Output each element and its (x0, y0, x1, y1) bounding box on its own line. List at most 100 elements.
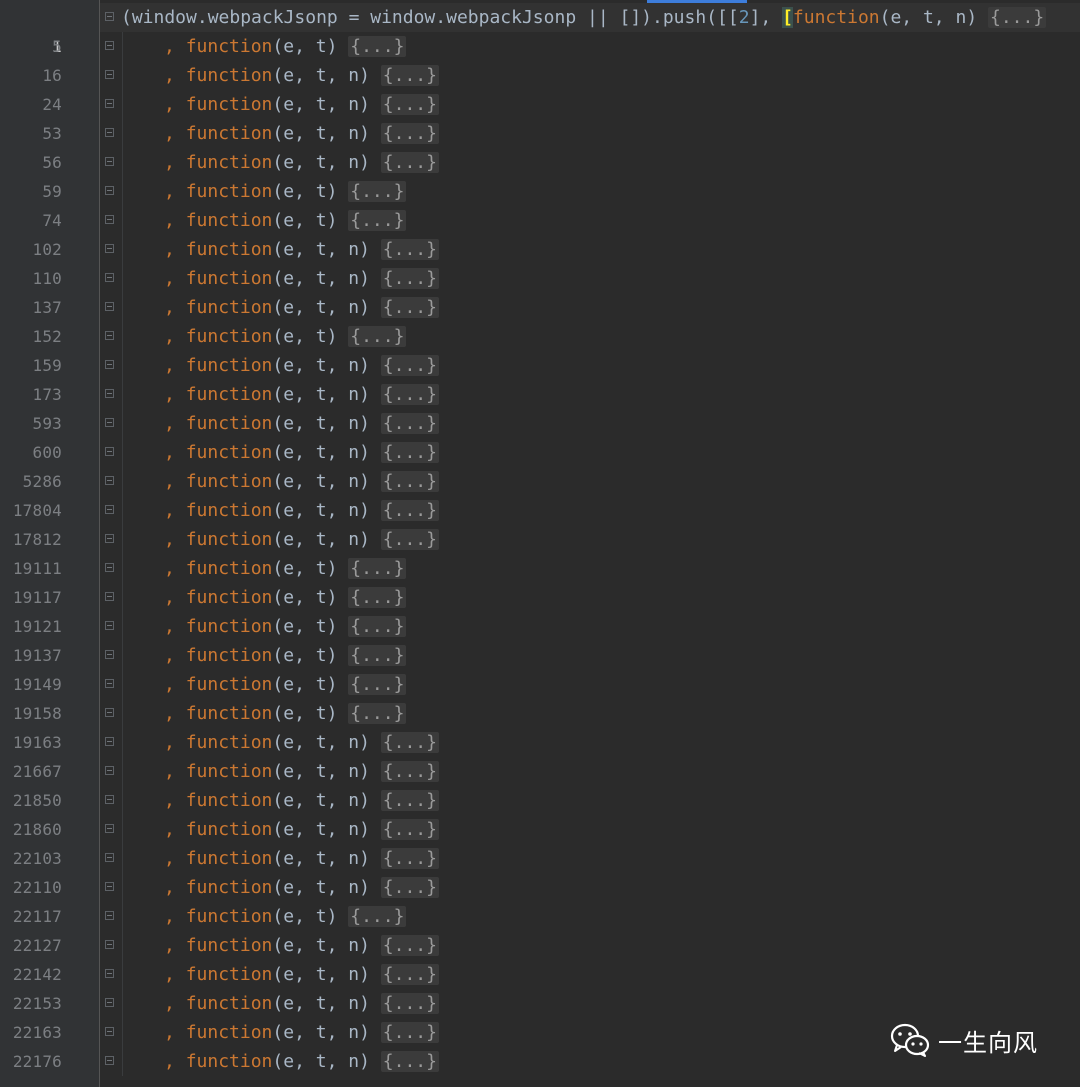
fold-marker-icon[interactable] (105, 911, 114, 920)
collapsed-block[interactable]: {...} (380, 819, 439, 840)
collapsed-block[interactable]: {...} (380, 1051, 439, 1072)
collapsed-block[interactable]: {...} (380, 239, 439, 260)
collapsed-block[interactable]: {...} (380, 297, 439, 318)
code-line[interactable]: 56, function(e, t, n) {...} (0, 148, 1080, 177)
fold-marker-icon[interactable] (105, 244, 114, 253)
collapsed-block[interactable]: {...} (348, 674, 407, 695)
collapsed-block[interactable]: {...} (380, 993, 439, 1014)
code-line[interactable]: 159, function(e, t, n) {...} (0, 351, 1080, 380)
fold-marker-icon[interactable] (105, 563, 114, 572)
code-text[interactable]: , function(e, t) {...} (164, 699, 407, 728)
code-line[interactable]: 19163, function(e, t, n) {...} (0, 728, 1080, 757)
code-line[interactable]: 5, function(e, t) {...} (0, 32, 1080, 61)
fold-marker-icon[interactable] (105, 853, 114, 862)
code-text[interactable]: (window.webpackJsonp = window.webpackJso… (121, 3, 1047, 32)
fold-marker-icon[interactable] (105, 41, 114, 50)
code-line[interactable]: 593, function(e, t, n) {...} (0, 409, 1080, 438)
code-text[interactable]: , function(e, t, n) {...} (164, 467, 439, 496)
code-line[interactable]: 22110, function(e, t, n) {...} (0, 873, 1080, 902)
code-line[interactable]: 53, function(e, t, n) {...} (0, 119, 1080, 148)
code-line[interactable]: 5286, function(e, t, n) {...} (0, 467, 1080, 496)
collapsed-block[interactable]: {...} (380, 94, 439, 115)
collapsed-block[interactable]: {...} (380, 268, 439, 289)
fold-marker-icon[interactable] (105, 215, 114, 224)
code-text[interactable]: , function(e, t) {...} (164, 322, 407, 351)
code-line[interactable]: 19149, function(e, t) {...} (0, 670, 1080, 699)
collapsed-block[interactable]: {...} (380, 442, 439, 463)
fold-marker-icon[interactable] (105, 1027, 114, 1036)
fold-marker-icon[interactable] (105, 824, 114, 833)
code-line[interactable]: 22153, function(e, t, n) {...} (0, 989, 1080, 1018)
code-text[interactable]: , function(e, t, n) {...} (164, 90, 439, 119)
code-text[interactable]: , function(e, t, n) {...} (164, 786, 439, 815)
fold-marker-icon[interactable] (105, 650, 114, 659)
collapsed-block[interactable]: {...} (348, 616, 407, 637)
code-line[interactable]: 59, function(e, t) {...} (0, 177, 1080, 206)
code-text[interactable]: , function(e, t) {...} (164, 902, 407, 931)
code-line[interactable]: 22117, function(e, t) {...} (0, 902, 1080, 931)
code-line[interactable]: 17812, function(e, t, n) {...} (0, 525, 1080, 554)
code-text[interactable]: , function(e, t, n) {...} (164, 1047, 439, 1076)
code-text[interactable]: , function(e, t, n) {...} (164, 960, 439, 989)
code-text[interactable]: , function(e, t, n) {...} (164, 989, 439, 1018)
collapsed-block[interactable]: {...} (380, 529, 439, 550)
fold-marker-icon[interactable] (105, 331, 114, 340)
code-text[interactable]: , function(e, t, n) {...} (164, 61, 439, 90)
code-text[interactable]: , function(e, t, n) {...} (164, 235, 439, 264)
code-line[interactable]: 21667, function(e, t, n) {...} (0, 757, 1080, 786)
code-text[interactable]: , function(e, t, n) {...} (164, 264, 439, 293)
code-text[interactable]: , function(e, t, n) {...} (164, 380, 439, 409)
collapsed-block[interactable]: {...} (348, 210, 407, 231)
code-line[interactable]: 137, function(e, t, n) {...} (0, 293, 1080, 322)
code-line[interactable]: 22142, function(e, t, n) {...} (0, 960, 1080, 989)
code-text[interactable]: , function(e, t) {...} (164, 583, 407, 612)
code-line[interactable]: 110, function(e, t, n) {...} (0, 264, 1080, 293)
collapsed-block[interactable]: {...} (380, 964, 439, 985)
code-text[interactable]: , function(e, t, n) {...} (164, 815, 439, 844)
fold-marker-icon[interactable] (105, 1056, 114, 1065)
code-line[interactable]: 19117, function(e, t) {...} (0, 583, 1080, 612)
collapsed-block[interactable]: {...} (380, 413, 439, 434)
fold-marker-icon[interactable] (105, 389, 114, 398)
code-text[interactable]: , function(e, t, n) {...} (164, 409, 439, 438)
code-line[interactable]: 17804, function(e, t, n) {...} (0, 496, 1080, 525)
code-line[interactable]: 19111, function(e, t) {...} (0, 554, 1080, 583)
collapsed-block[interactable]: {...} (348, 326, 407, 347)
code-line[interactable]: 22127, function(e, t, n) {...} (0, 931, 1080, 960)
code-text[interactable]: , function(e, t) {...} (164, 612, 407, 641)
fold-marker-icon[interactable] (105, 418, 114, 427)
collapsed-block[interactable]: {...} (380, 123, 439, 144)
code-text[interactable]: , function(e, t, n) {...} (164, 1018, 439, 1047)
code-text[interactable]: , function(e, t, n) {...} (164, 844, 439, 873)
collapsed-block[interactable]: {...} (380, 65, 439, 86)
collapsed-block[interactable]: {...} (380, 848, 439, 869)
fold-marker-icon[interactable] (105, 795, 114, 804)
collapsed-block[interactable]: {...} (348, 906, 407, 927)
collapsed-block[interactable]: {...} (348, 645, 407, 666)
code-line[interactable]: 22103, function(e, t, n) {...} (0, 844, 1080, 873)
code-text[interactable]: , function(e, t, n) {...} (164, 757, 439, 786)
code-line[interactable]: 102, function(e, t, n) {...} (0, 235, 1080, 264)
collapsed-block[interactable]: {...} (380, 355, 439, 376)
fold-marker-icon[interactable] (105, 940, 114, 949)
code-text[interactable]: , function(e, t) {...} (164, 32, 407, 61)
fold-marker-icon[interactable] (105, 447, 114, 456)
collapsed-block[interactable]: {...} (380, 500, 439, 521)
code-line[interactable]: 21850, function(e, t, n) {...} (0, 786, 1080, 815)
code-text[interactable]: , function(e, t, n) {...} (164, 728, 439, 757)
code-text[interactable]: , function(e, t) {...} (164, 641, 407, 670)
code-line[interactable]: 173, function(e, t, n) {...} (0, 380, 1080, 409)
code-line[interactable]: 19121, function(e, t) {...} (0, 612, 1080, 641)
code-text[interactable]: , function(e, t) {...} (164, 206, 407, 235)
code-text[interactable]: , function(e, t, n) {...} (164, 931, 439, 960)
collapsed-block[interactable]: {...} (380, 935, 439, 956)
collapsed-block[interactable]: {...} (380, 790, 439, 811)
fold-marker-icon[interactable] (105, 476, 114, 485)
code-line[interactable]: 74, function(e, t) {...} (0, 206, 1080, 235)
code-line[interactable]: 19137, function(e, t) {...} (0, 641, 1080, 670)
code-text[interactable]: , function(e, t, n) {...} (164, 293, 439, 322)
code-text[interactable]: , function(e, t, n) {...} (164, 873, 439, 902)
fold-marker-icon[interactable] (105, 186, 114, 195)
collapsed-block[interactable]: {...} (380, 732, 439, 753)
code-line[interactable]: 600, function(e, t, n) {...} (0, 438, 1080, 467)
